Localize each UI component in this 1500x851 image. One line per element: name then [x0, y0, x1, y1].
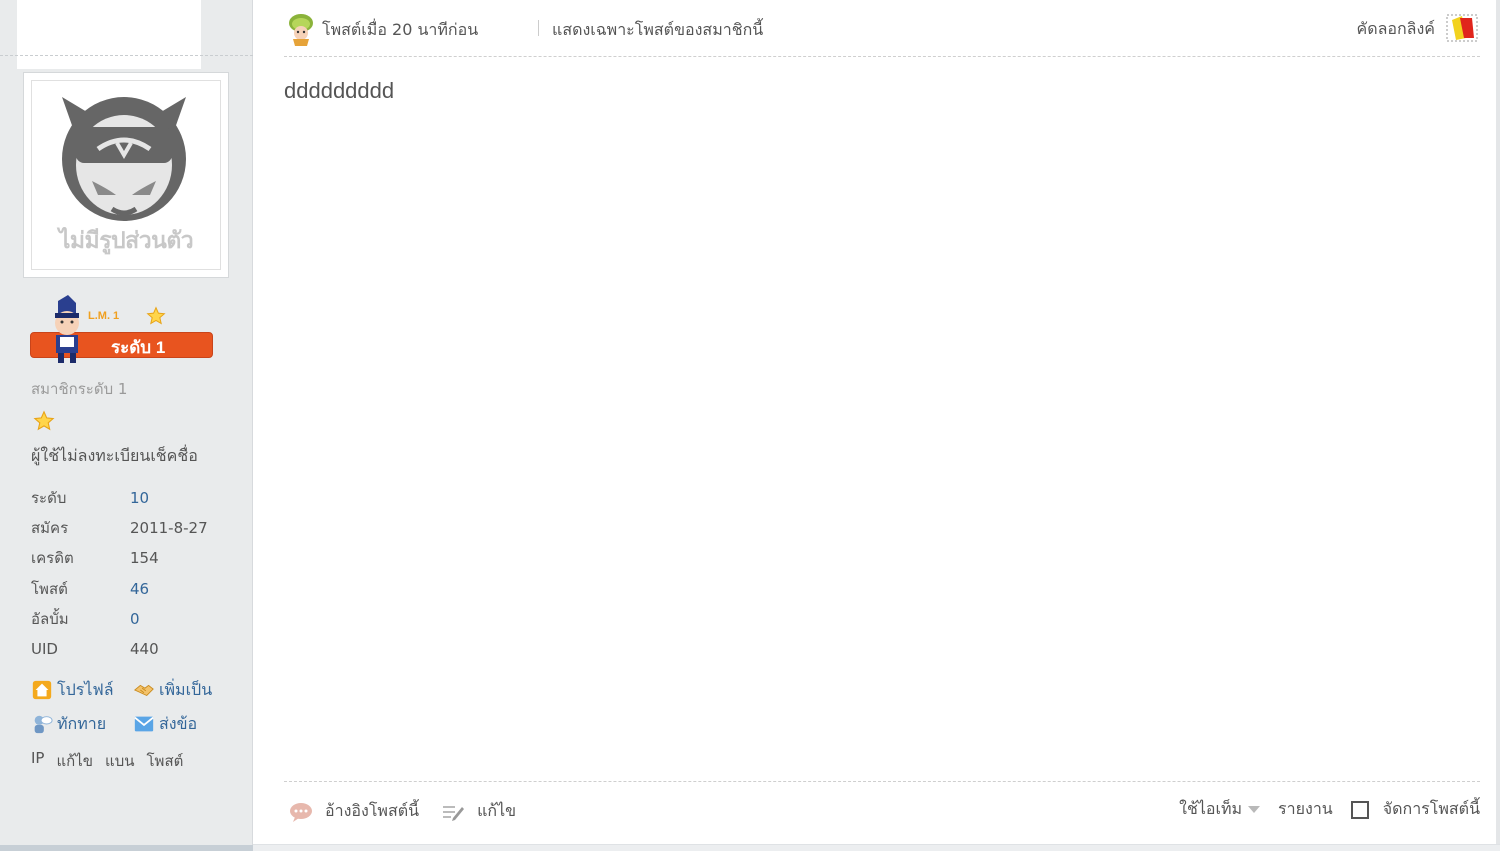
avatar-caption: ไม่มีรูปส่วนตัว [58, 227, 194, 253]
copy-link[interactable]: คัดลอกลิงค์ [1356, 17, 1435, 42]
greet-label: ทักทาย [57, 713, 107, 733]
post-footer: อ้างอิงโพสต์นี้ แก้ไข ใช้ไอเท็ม รายงาน จ… [284, 797, 1480, 827]
edit-icon [443, 805, 465, 821]
admin-ban-link[interactable]: แบน [105, 749, 134, 773]
edit-label: แก้ไข [477, 801, 517, 820]
stat-label: ระดับ [31, 489, 67, 508]
use-item-dropdown[interactable]: ใช้ไอเท็ม [1179, 797, 1261, 822]
profile-label: โปรไฟล์ [57, 679, 114, 699]
stat-value: 440 [130, 640, 159, 659]
home-icon [32, 680, 52, 700]
footer-divider [284, 781, 1480, 782]
stat-label: อัลบั้ม [31, 609, 69, 628]
profile-link[interactable]: โปรไฟล์ [31, 678, 133, 703]
online-status-icon [289, 14, 313, 46]
stat-label: สมัคร [31, 519, 69, 538]
quote-label: อ้างอิงโพสต์นี้ [325, 801, 420, 820]
member-actions: โปรไฟล์ เพิ่มเป็น ทักทาย ส่งข้อ [31, 673, 241, 741]
member-stats: ระดับ 10 สมัคร 2011-8-27 เครดิต 154 โพสต… [31, 483, 231, 664]
stat-row-posts: โพสต์ 46 [31, 574, 231, 604]
no-avatar-face-icon [62, 97, 186, 221]
chevron-down-icon [1248, 806, 1261, 813]
speech-bubble-icon [290, 802, 312, 822]
rank-character-icon [55, 295, 79, 363]
admin-links: IP แก้ไข แบน โพสต์ [31, 749, 183, 773]
author-sidebar: ไม่มีรูปส่วนตัว ระดับ 1 L.M. 1 สมาชิกระด… [0, 0, 253, 851]
footer-right-actions: ใช้ไอเท็ม รายงาน จัดการโพสต์นี้ [1179, 797, 1480, 822]
avatar[interactable]: ไม่มีรูปส่วนตัว [23, 72, 229, 278]
post-body: ddddddddd [284, 78, 395, 103]
sidebar-divider [0, 55, 253, 56]
stat-row-albums: อัลบั้ม 0 [31, 604, 231, 634]
send-message-label: ส่งข้อ [159, 713, 198, 733]
stat-value: 154 [130, 549, 159, 568]
manage-post: จัดการโพสต์นี้ [1350, 797, 1480, 822]
avatar-image: ไม่มีรูปส่วนตัว [31, 80, 221, 270]
greet-icon [34, 715, 53, 734]
bottom-border [253, 844, 1500, 851]
manage-post-label[interactable]: จัดการโพสต์นี้ [1383, 797, 1480, 822]
stat-value[interactable]: 10 [130, 489, 149, 507]
copy-link-icon[interactable] [1444, 12, 1480, 44]
member-note: ผู้ใช้ไม่ลงทะเบียนเช็คชื่อ [31, 446, 198, 465]
post-content-area: โพสต์เมื่อ 20 นาทีก่อน แสดงเฉพาะโพสต์ของ… [254, 0, 1500, 851]
stat-row-level: ระดับ 10 [31, 483, 231, 513]
footer-left-actions: อ้างอิงโพสต์นี้ แก้ไข [289, 799, 516, 824]
rank-badge-area: ระดับ 1 L.M. 1 [30, 295, 220, 367]
sidebar-top-box [17, 0, 201, 69]
greet-link[interactable]: ทักทาย [31, 712, 133, 737]
stat-label: UID [31, 640, 58, 659]
stat-label: โพสต์ [31, 579, 68, 598]
admin-ip-link[interactable]: IP [31, 749, 44, 773]
member-level: สมาชิกระดับ 1 [31, 380, 128, 398]
add-friend-label: เพิ่มเป็น [159, 679, 213, 699]
edit-button[interactable]: แก้ไข [441, 799, 516, 824]
header-divider [284, 56, 1480, 57]
stat-row-registered: สมัคร 2011-8-27 [31, 513, 231, 543]
sidebar-bottom-bar [0, 845, 253, 851]
action-row: โปรไฟล์ เพิ่มเป็น [31, 673, 241, 707]
action-row: ทักทาย ส่งข้อ [31, 707, 241, 741]
use-item-label: ใช้ไอเท็ม [1179, 799, 1243, 818]
header-separator [538, 20, 539, 36]
stat-value: 2011-8-27 [130, 519, 208, 538]
quote-button[interactable]: อ้างอิงโพสต์นี้ [289, 799, 419, 824]
level-star-icon [33, 410, 55, 431]
only-author-link[interactable]: แสดงเฉพาะโพสต์ของสมาชิกนี้ [552, 18, 763, 43]
manage-post-checkbox[interactable] [1350, 800, 1369, 819]
admin-posts-link[interactable]: โพสต์ [147, 749, 184, 773]
right-scroll-edge [1496, 0, 1500, 851]
stat-label: เครดิต [31, 549, 74, 568]
stat-value[interactable]: 46 [130, 580, 149, 598]
rank-badge-label: ระดับ 1 [111, 338, 166, 357]
admin-edit-link[interactable]: แก้ไข [56, 749, 93, 773]
report-link[interactable]: รายงาน [1278, 797, 1333, 822]
stat-row-uid: UID 440 [31, 634, 231, 664]
star-icon [146, 306, 166, 325]
envelope-icon [134, 716, 154, 732]
add-friend-link[interactable]: เพิ่มเป็น [133, 678, 235, 703]
rank-mini-label: L.M. 1 [88, 310, 120, 322]
send-message-link[interactable]: ส่งข้อ [133, 712, 235, 737]
post-time: โพสต์เมื่อ 20 นาทีก่อน [322, 20, 479, 39]
stat-row-credit: เครดิต 154 [31, 543, 231, 573]
post-header: โพสต์เมื่อ 20 นาทีก่อน แสดงเฉพาะโพสต์ของ… [284, 12, 1480, 46]
handshake-icon [133, 684, 154, 697]
stat-value[interactable]: 0 [130, 610, 140, 628]
